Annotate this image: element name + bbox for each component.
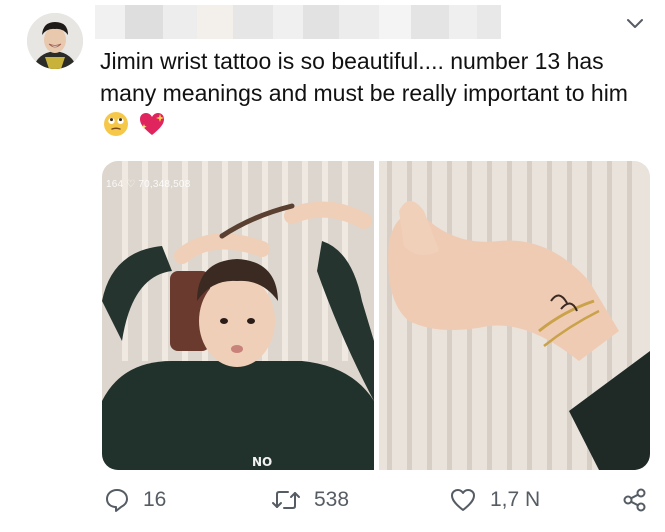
- chevron-down-icon[interactable]: [624, 12, 646, 34]
- photo-wrist-tattoo[interactable]: [379, 161, 650, 470]
- photo-jimin-portrait[interactable]: NO 164 ♡ 70,348,508: [102, 161, 374, 470]
- reply-count: 16: [143, 488, 167, 511]
- media-gallery[interactable]: NO 164 ♡ 70,348,508: [102, 161, 650, 470]
- like-button[interactable]: 1,7 N: [449, 480, 540, 520]
- blurred-user-name[interactable]: [95, 5, 501, 39]
- heart-icon: [449, 487, 490, 513]
- retweet-button[interactable]: 538: [271, 480, 349, 520]
- reply-icon: [104, 487, 143, 513]
- avatar[interactable]: [27, 13, 83, 69]
- retweet-count: 538: [314, 488, 350, 511]
- tweet-card: Jimin wrist tattoo is so beautiful.... n…: [0, 0, 665, 532]
- face-with-rolling-eyes-emoji: [103, 111, 129, 146]
- sparkling-heart-emoji: [138, 111, 166, 146]
- action-bar: 16 538 1,7 N: [0, 480, 665, 520]
- photo-watermark: 164 ♡ 70,348,508: [106, 179, 191, 190]
- share-button[interactable]: [622, 480, 661, 520]
- svg-text:NO: NO: [252, 455, 272, 469]
- share-icon: [622, 487, 661, 513]
- retweet-icon: [271, 487, 314, 513]
- reply-button[interactable]: 16: [104, 480, 166, 520]
- like-count: 1,7 N: [490, 488, 541, 511]
- tweet-text: Jimin wrist tattoo is so beautiful.... n…: [100, 46, 640, 146]
- tweet-body: Jimin wrist tattoo is so beautiful.... n…: [100, 48, 628, 106]
